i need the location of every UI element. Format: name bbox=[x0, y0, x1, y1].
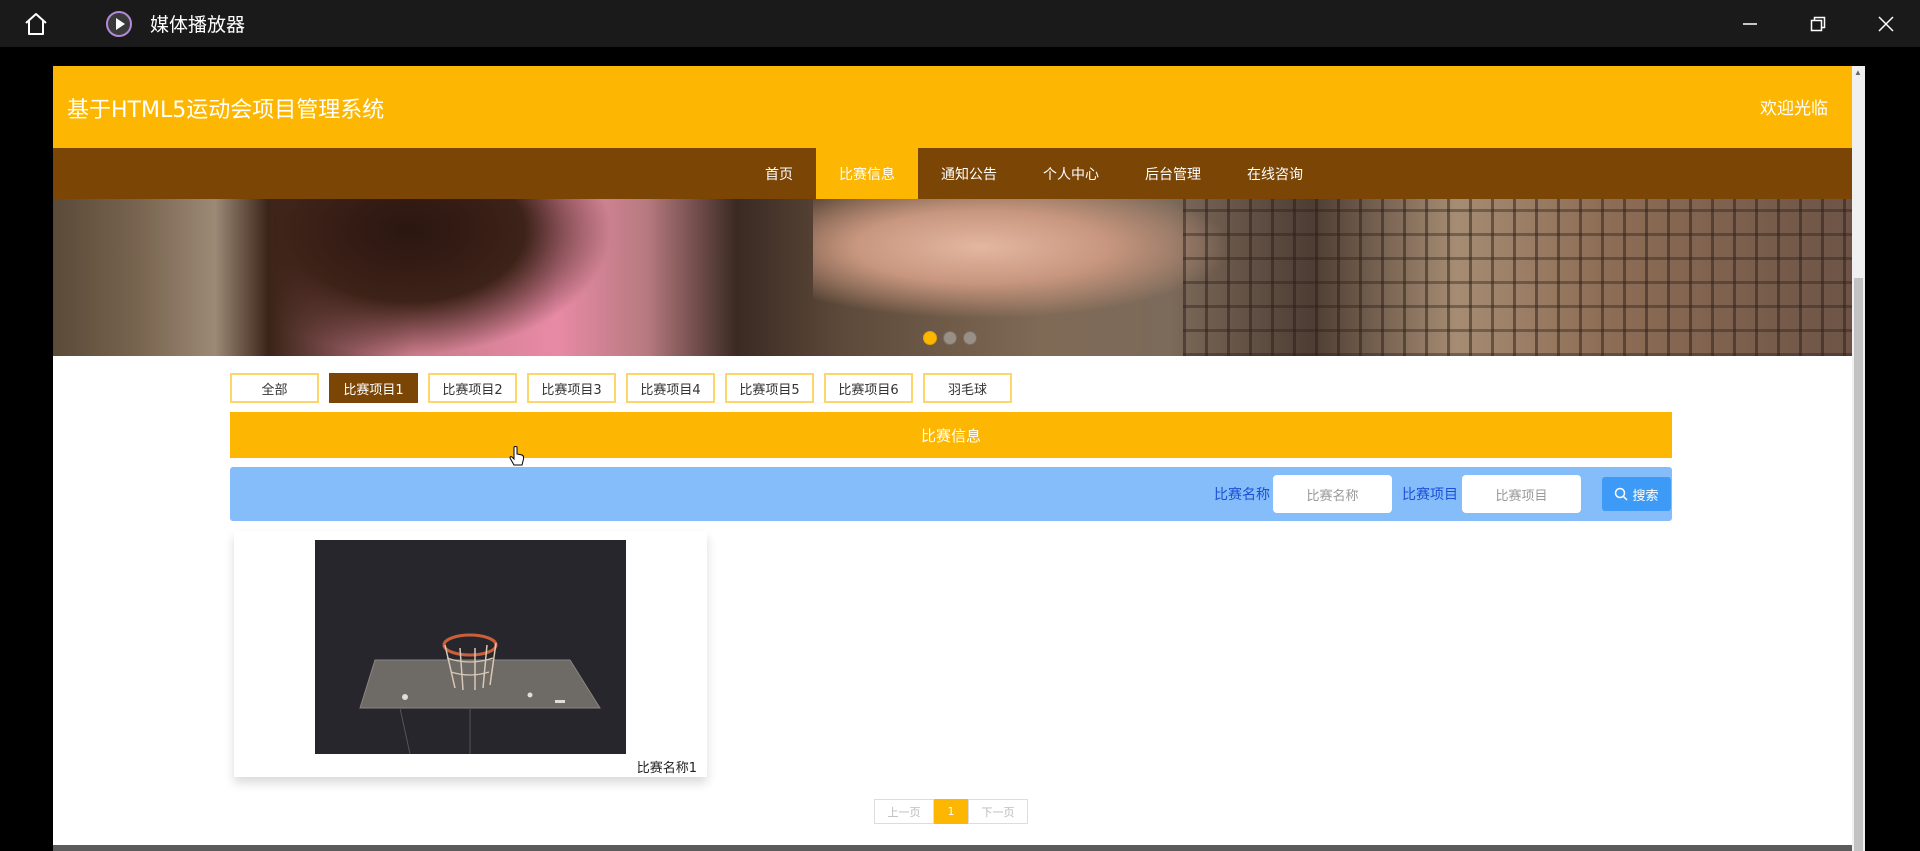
match-card-name: 比赛名称1 bbox=[636, 761, 697, 776]
restore-icon bbox=[1810, 16, 1826, 31]
carousel-dot-1[interactable] bbox=[923, 331, 937, 345]
filter-item-6[interactable]: 比赛项目6 bbox=[824, 373, 913, 403]
webpage: 基于HTML5运动会项目管理系统 欢迎光临 首页 比赛信息 通知公告 个人中心 … bbox=[53, 66, 1852, 851]
match-item-input[interactable]: 比赛项目 bbox=[1462, 475, 1581, 513]
filter-all[interactable]: 全部 bbox=[230, 373, 319, 403]
prev-page-button[interactable]: 上一页 bbox=[874, 799, 934, 824]
carousel-dots bbox=[923, 331, 977, 345]
player-bottom-strip bbox=[53, 845, 1852, 851]
pagination: 上一页 1 下一页 bbox=[874, 799, 1028, 824]
window-controls bbox=[1716, 0, 1920, 47]
close-icon bbox=[1878, 15, 1894, 32]
nav-item-consult[interactable]: 在线咨询 bbox=[1224, 148, 1326, 199]
basketball-hoop-image bbox=[315, 540, 626, 754]
filter-item-3[interactable]: 比赛项目3 bbox=[527, 373, 616, 403]
window-title: 媒体播放器 bbox=[150, 14, 246, 36]
hand-cursor-icon bbox=[509, 446, 525, 471]
search-icon bbox=[1615, 487, 1629, 501]
window-titlebar: 媒体播放器 bbox=[0, 0, 1920, 47]
minimize-icon bbox=[1743, 22, 1757, 25]
match-card-image bbox=[315, 540, 626, 754]
nav-item-admin[interactable]: 后台管理 bbox=[1122, 148, 1224, 199]
match-name-input[interactable]: 比赛名称 bbox=[1273, 475, 1392, 513]
filter-item-2[interactable]: 比赛项目2 bbox=[428, 373, 517, 403]
video-frame: 基于HTML5运动会项目管理系统 欢迎光临 首页 比赛信息 通知公告 个人中心 … bbox=[53, 66, 1865, 851]
scrollbar[interactable]: ▲ bbox=[1852, 66, 1865, 851]
restore-button[interactable] bbox=[1784, 0, 1852, 47]
banner-image-fence bbox=[1183, 199, 1852, 356]
minimize-button[interactable] bbox=[1716, 0, 1784, 47]
match-card[interactable]: 比赛名称1 bbox=[234, 531, 707, 777]
search-button-label: 搜索 bbox=[1632, 488, 1659, 504]
search-bar: 比赛名称 比赛名称 比赛项目 比赛项目 搜索 bbox=[230, 467, 1672, 521]
filter-badminton[interactable]: 羽毛球 bbox=[923, 373, 1012, 403]
site-header: 基于HTML5运动会项目管理系统 欢迎光临 bbox=[53, 66, 1852, 148]
nav-item-notices[interactable]: 通知公告 bbox=[918, 148, 1020, 199]
close-button[interactable] bbox=[1852, 0, 1920, 47]
carousel-dot-2[interactable] bbox=[943, 331, 957, 345]
match-name-label: 比赛名称 bbox=[1214, 487, 1270, 503]
filter-item-5[interactable]: 比赛项目5 bbox=[725, 373, 814, 403]
welcome-text: 欢迎光临 bbox=[1760, 99, 1828, 119]
filter-item-4[interactable]: 比赛项目4 bbox=[626, 373, 715, 403]
section-title: 比赛信息 bbox=[230, 412, 1672, 458]
filter-item-1[interactable]: 比赛项目1 bbox=[329, 373, 418, 403]
banner-image-hair bbox=[273, 199, 613, 356]
site-title: 基于HTML5运动会项目管理系统 bbox=[67, 98, 385, 123]
page-number-1[interactable]: 1 bbox=[934, 799, 968, 824]
banner-image-arm bbox=[813, 199, 1233, 319]
scroll-up-arrow-icon[interactable]: ▲ bbox=[1854, 68, 1862, 77]
nav-item-home[interactable]: 首页 bbox=[742, 148, 816, 199]
next-page-button[interactable]: 下一页 bbox=[968, 799, 1028, 824]
home-icon[interactable] bbox=[18, 6, 54, 42]
match-item-label: 比赛项目 bbox=[1402, 487, 1458, 503]
nav-item-match-info[interactable]: 比赛信息 bbox=[816, 148, 918, 199]
carousel-dot-3[interactable] bbox=[963, 331, 977, 345]
nav-item-profile[interactable]: 个人中心 bbox=[1020, 148, 1122, 199]
main-nav: 首页 比赛信息 通知公告 个人中心 后台管理 在线咨询 bbox=[53, 148, 1852, 199]
category-filters: 全部 比赛项目1 比赛项目2 比赛项目3 比赛项目4 比赛项目5 比赛项目6 羽… bbox=[230, 373, 1012, 403]
search-button[interactable]: 搜索 bbox=[1602, 477, 1671, 511]
scrollbar-thumb[interactable] bbox=[1854, 278, 1863, 851]
media-player-icon bbox=[104, 9, 134, 39]
